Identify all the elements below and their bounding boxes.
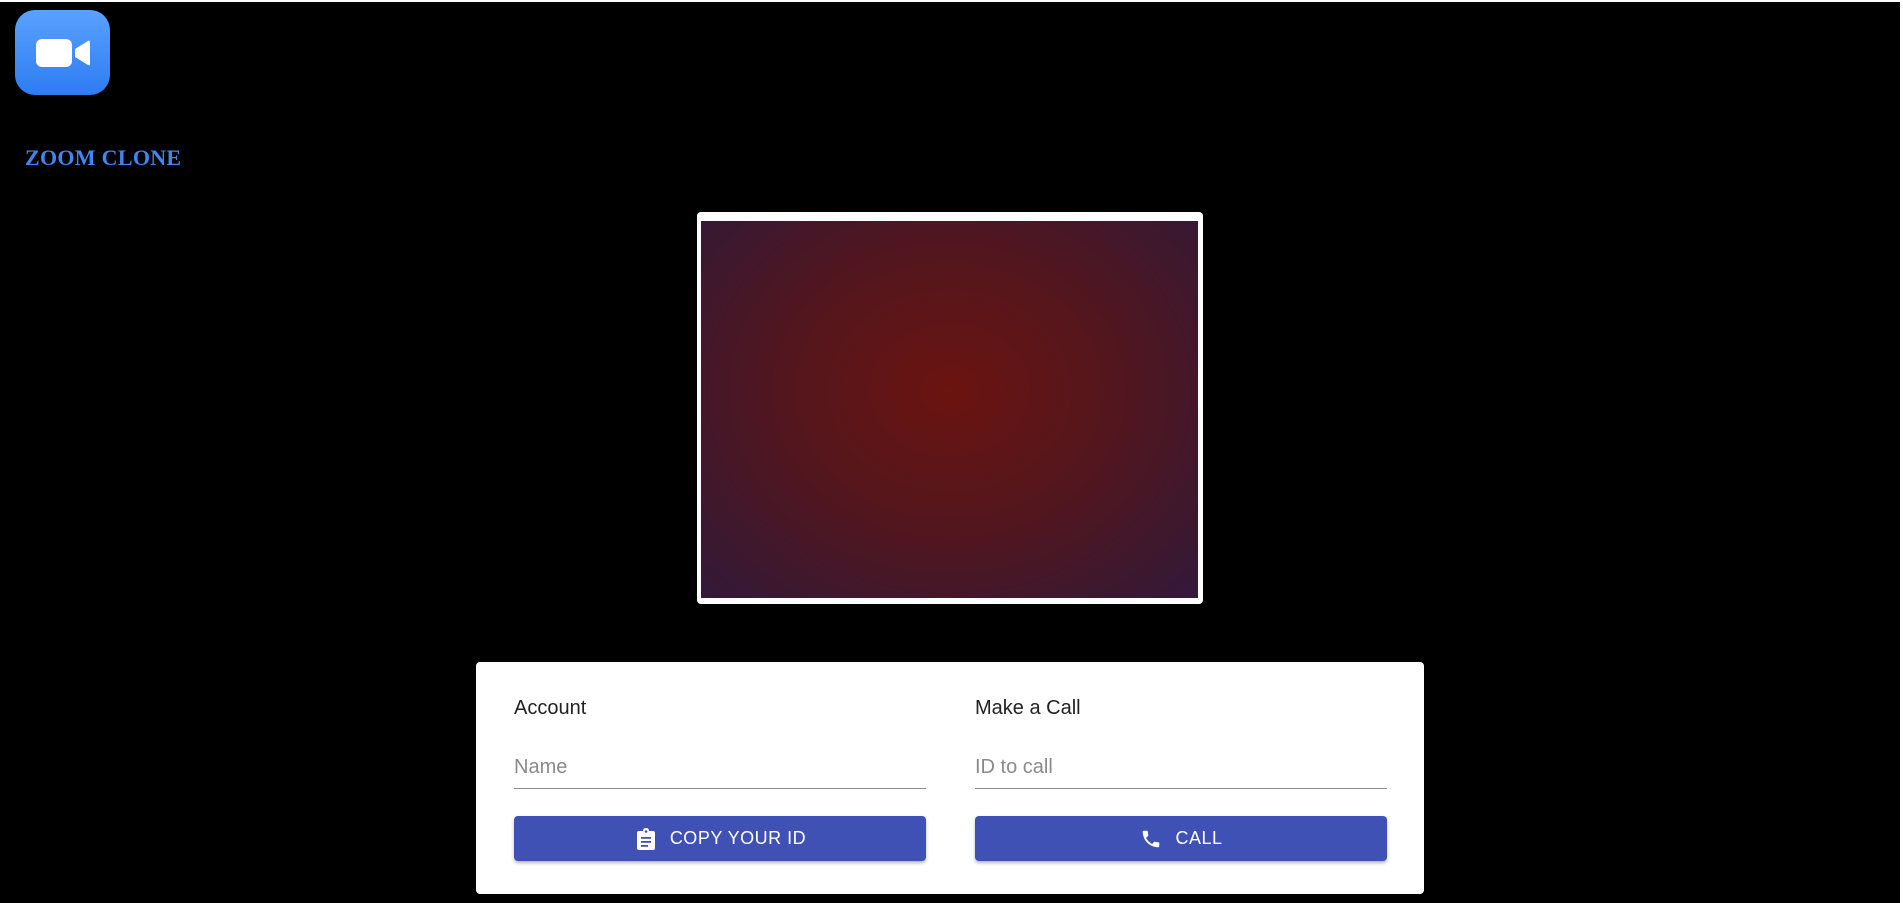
account-title: Account xyxy=(514,697,587,719)
copy-id-label: COPY YOUR ID xyxy=(669,828,807,848)
name-input[interactable] xyxy=(514,747,926,789)
call-panel: Account COPY YOUR ID Make a Call xyxy=(476,662,1424,894)
video-camera-icon xyxy=(35,38,90,67)
copy-id-button[interactable]: COPY YOUR ID xyxy=(514,816,926,861)
id-to-call-input[interactable] xyxy=(975,747,1387,789)
app-title: ZOOM CLONE xyxy=(25,145,182,170)
local-video xyxy=(701,221,1198,598)
phone-icon xyxy=(1139,827,1163,851)
call-label: CALL xyxy=(1175,828,1223,848)
app-logo xyxy=(15,10,110,95)
make-call-title: Make a Call xyxy=(975,697,1081,719)
call-button[interactable]: CALL xyxy=(975,816,1387,861)
page: ZOOM CLONE Account COPY YOUR ID xyxy=(0,0,1903,903)
clipboard-icon xyxy=(634,827,658,851)
video-frame xyxy=(697,212,1203,604)
frame-border-top xyxy=(0,0,1903,2)
